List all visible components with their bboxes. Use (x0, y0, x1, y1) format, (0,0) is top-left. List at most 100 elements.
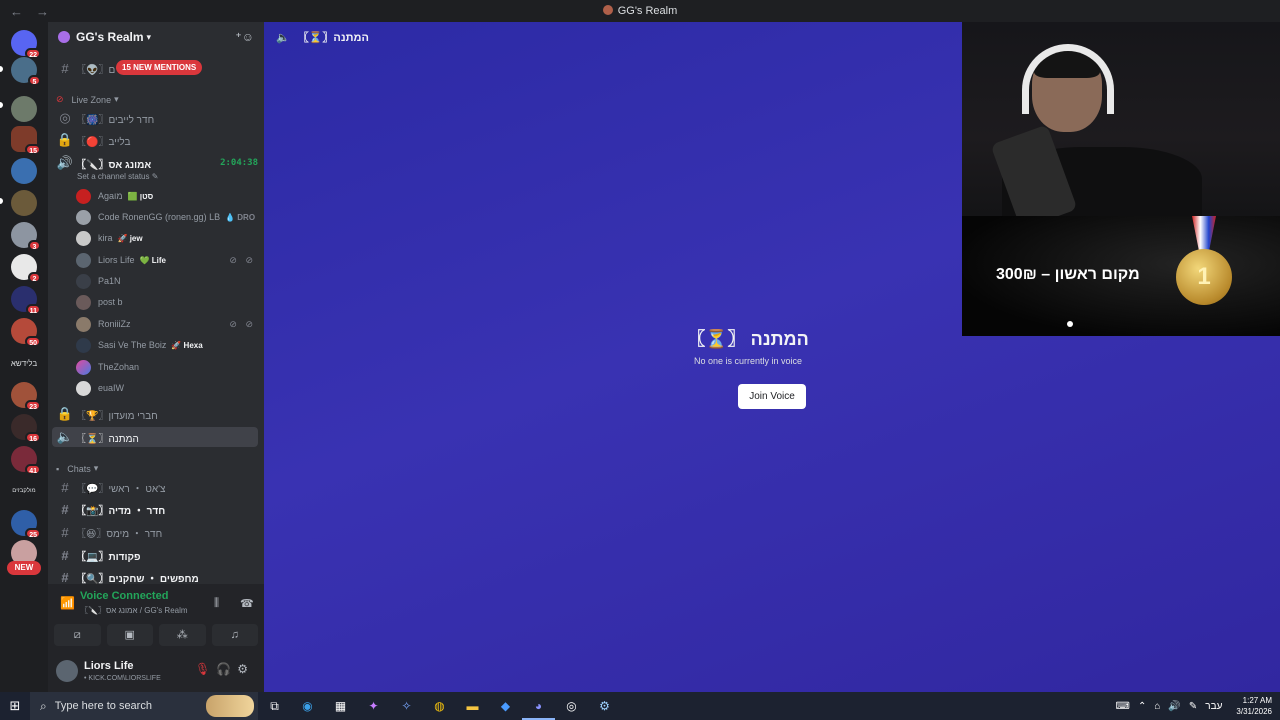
chat-bubble-icon: ▪ (56, 463, 60, 474)
webcam-overlay (962, 22, 1280, 216)
speaker-icon: 🔈 (276, 31, 290, 44)
chrome-icon[interactable]: ◍ (423, 692, 456, 720)
prize-text: 300₪ – מקום ראשון (996, 266, 1140, 283)
windows-start-icon[interactable]: ⊞ (0, 698, 30, 714)
voice-user[interactable]: RoniiiZz ⊘ ⊘ (76, 315, 256, 333)
voice-channel-live[interactable]: 🔒 〖🔴〗בלייב (52, 130, 258, 150)
avatar (76, 230, 91, 246)
headphones-deafened-icon[interactable]: 🎧 (216, 662, 237, 676)
channel-sidebar: GG's Realm ▾ ⁺☺ # 〖👽〗ם 15 NEW MENTIONS ⊘ L… (48, 22, 264, 692)
lock-icon: 🔒 (56, 132, 74, 147)
empty-voice-text: No one is currently in voice (693, 356, 803, 366)
server-icon-3[interactable] (11, 158, 37, 184)
folder-label[interactable]: מולקבזים (0, 488, 48, 494)
text-channel-media[interactable]: # 〖📸〗חדר ・ מדיה (52, 499, 258, 519)
avatar (76, 188, 91, 204)
server-header[interactable]: GG's Realm ▾ ⁺☺ (48, 22, 264, 52)
voice-user[interactable]: Agaמו 🟩 סטן (76, 187, 256, 205)
gear-icon[interactable]: ⚙ (237, 662, 254, 676)
m365-icon[interactable]: ✧ (390, 692, 423, 720)
text-channel-commands[interactable]: # 〖💻〗פקודות (52, 545, 258, 565)
voice-user[interactable]: TheZohan (76, 358, 256, 376)
server-icon-11[interactable]: 41 (11, 446, 41, 475)
pen-icon[interactable]: ✎ (1189, 701, 1197, 712)
category-chats[interactable]: ▪ Chats ▾ (56, 463, 98, 474)
invite-people-icon[interactable]: ⁺☺ (235, 30, 254, 44)
voice-user[interactable]: post b (76, 293, 256, 311)
avatar (76, 337, 91, 353)
file-explorer-icon[interactable]: ▬ (456, 692, 489, 720)
server-icon-gg-realm[interactable]: 15 (11, 126, 41, 155)
server-icon-1[interactable]: 5 (11, 57, 41, 86)
text-channel-main-chat[interactable]: # 〖💬〗צ'אט ・ ראשי (52, 477, 258, 497)
server-icon-4[interactable] (11, 190, 37, 216)
home-discord-icon[interactable]: 22 (11, 30, 41, 59)
system-tray: ⌨ ⌃ ⌂ 🔊 ✎ עבר 1:27 AM 3/31/2026 (1116, 695, 1280, 717)
voice-channel-live-rooms[interactable]: ◎ 〖🎆〗חדר לייבים (52, 108, 258, 128)
voice-controls: ⧄ ▣ ⁂ ♫ (54, 624, 258, 646)
user-controls: 🎙🎧⚙ (195, 662, 254, 676)
hashtag-icon: # (61, 60, 69, 76)
channel-header: 🔈 〖⏳〗המתנה (276, 31, 369, 45)
language-indicator[interactable]: עבר (1205, 701, 1222, 712)
server-icon-10[interactable]: 16 (11, 414, 41, 443)
server-icon-9[interactable]: 23 (11, 382, 41, 411)
disconnect-icon[interactable]: ☎ (240, 597, 254, 610)
channel-status-prompt[interactable]: Set a channel status ✎ (77, 172, 158, 181)
voice-channel-waiting-selected[interactable]: 🔈 〖⏳〗המתנה (52, 427, 258, 447)
voice-user[interactable]: Pa1N (76, 272, 256, 290)
taskbar-search[interactable]: ⌕ Type here to search (30, 692, 258, 720)
noise-suppression-icon[interactable]: ⫼ (214, 597, 219, 610)
task-view-icon[interactable]: ⧉ (258, 692, 291, 720)
ribbon-icon (1192, 216, 1216, 252)
voice-user[interactable]: Sasi Ve The Boiz 🚀 Hexa (76, 336, 256, 354)
voice-user[interactable]: kira 🚀 jew (76, 229, 256, 247)
voice-user[interactable]: Liors Life 💚 Life ⊘ ⊘ (76, 251, 256, 269)
server-icon-12[interactable]: 25 (11, 510, 41, 539)
keyboard-icon[interactable]: ⌨ (1116, 701, 1130, 712)
new-mentions-pill[interactable]: 15 NEW MENTIONS (116, 60, 203, 75)
avatar[interactable] (56, 660, 78, 682)
folder-label[interactable]: בלידשא (0, 359, 48, 368)
app-diamond-icon[interactable]: ◆ (489, 692, 522, 720)
clock[interactable]: 1:27 AM 3/31/2026 (1236, 695, 1272, 717)
signal-icon[interactable]: 📶 (60, 596, 75, 610)
voice-channel-among-us[interactable]: 🔊 〖🔪〗אמונג אס 2:04:38 (52, 153, 258, 173)
avatar (76, 252, 91, 268)
server-icon-5[interactable]: 3 (11, 222, 41, 251)
text-channel-memes[interactable]: # 〖😆〗חדר ・ מימס (52, 522, 258, 542)
discord-taskbar-icon[interactable]: ◕ (522, 692, 555, 720)
category-live-zone[interactable]: ⊘ Live Zone ▾ (56, 94, 119, 105)
voice-channel-club-members[interactable]: 🔒 〖🏆〗חברי מועדון (52, 404, 258, 424)
prize-banner: 300₪ – מקום ראשון 1 (962, 216, 1280, 336)
server-icon-2[interactable] (11, 96, 37, 122)
volume-icon[interactable]: 🔊 (1168, 701, 1180, 712)
gold-medal-icon: 1 (1176, 249, 1232, 305)
obs-icon[interactable]: ◎ (555, 692, 588, 720)
hashtag-icon: # (61, 479, 69, 495)
unread-indicator (0, 198, 3, 204)
server-icon-8[interactable]: 50 (11, 318, 41, 347)
hashtag-icon: # (61, 547, 69, 563)
new-server-badge[interactable]: NEW (7, 561, 41, 575)
title-bar: ← → GG's Realm (0, 0, 1280, 22)
copilot-icon[interactable]: ✦ (357, 692, 390, 720)
server-icon-6[interactable]: 2 (11, 254, 41, 283)
edge-icon[interactable]: ◉ (291, 692, 324, 720)
camera-off-icon[interactable]: ⧄ (54, 624, 101, 646)
chevron-up-icon[interactable]: ⌃ (1138, 701, 1146, 712)
screen-share-icon[interactable]: ▣ (106, 624, 153, 646)
mic-muted-icon[interactable]: 🎙 (195, 662, 216, 676)
server-icon-7[interactable]: 11 (11, 286, 41, 315)
store-icon[interactable]: ▦ (324, 692, 357, 720)
activities-icon[interactable]: ⁂ (159, 624, 206, 646)
network-icon[interactable]: ⌂ (1154, 701, 1160, 712)
steam-icon[interactable]: ⚙ (588, 692, 621, 720)
join-voice-button[interactable]: Join Voice (738, 384, 806, 409)
avatar (76, 294, 91, 310)
voice-connection-panel: 📶 Voice Connected 〖🔪〗אמונג אס / GG's Rea… (48, 584, 264, 692)
hashtag-icon: # (61, 569, 69, 585)
voice-user[interactable]: euaIW (76, 379, 256, 397)
soundboard-icon[interactable]: ♫ (211, 624, 258, 646)
voice-user[interactable]: Code RonenGG (ronen.gg) LB 💧 DRO (76, 208, 256, 226)
